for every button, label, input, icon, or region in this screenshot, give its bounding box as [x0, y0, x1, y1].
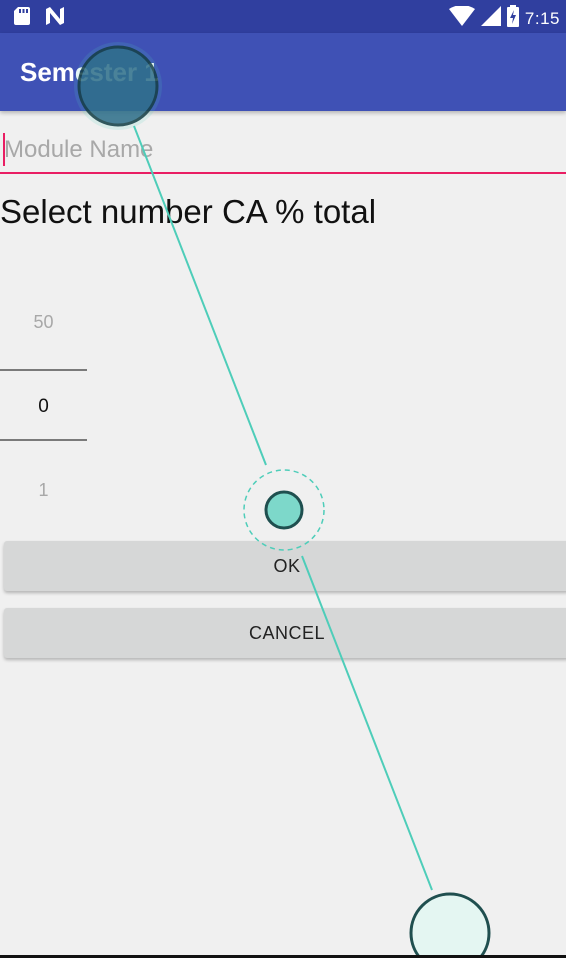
cancel-button[interactable]: CANCEL: [4, 608, 566, 658]
ok-button[interactable]: OK: [4, 541, 566, 591]
battery-charging-icon: [506, 5, 519, 32]
system-icons: 7:15: [448, 5, 560, 32]
picker-current-value[interactable]: 0: [0, 396, 87, 418]
ca-percent-heading: Select number CA % total: [0, 193, 377, 230]
app-bar: Semester 1: [0, 33, 566, 111]
status-bar: 7:15: [0, 0, 566, 33]
touch-end-icon: [409, 892, 491, 958]
cell-signal-icon: [480, 6, 501, 31]
touch-midpoint-icon: [243, 469, 325, 551]
text-cursor: [3, 133, 5, 166]
picker-divider-bottom: [0, 439, 87, 441]
n-notification-icon: [44, 7, 66, 30]
ca-percent-number-picker[interactable]: 50 0 1: [0, 290, 87, 520]
clock-time: 7:15: [524, 8, 560, 28]
picker-previous-value[interactable]: 50: [0, 312, 87, 333]
picker-next-value[interactable]: 1: [0, 480, 87, 501]
app-title: Semester 1: [20, 57, 159, 87]
picker-divider-top: [0, 369, 87, 371]
wifi-icon: [448, 5, 475, 31]
gesture-trail-lower: [301, 555, 433, 891]
notification-icons: [14, 7, 66, 30]
gesture-trail-upper: [133, 125, 267, 466]
module-name-input[interactable]: [0, 128, 566, 174]
sd-card-icon: [14, 7, 30, 30]
